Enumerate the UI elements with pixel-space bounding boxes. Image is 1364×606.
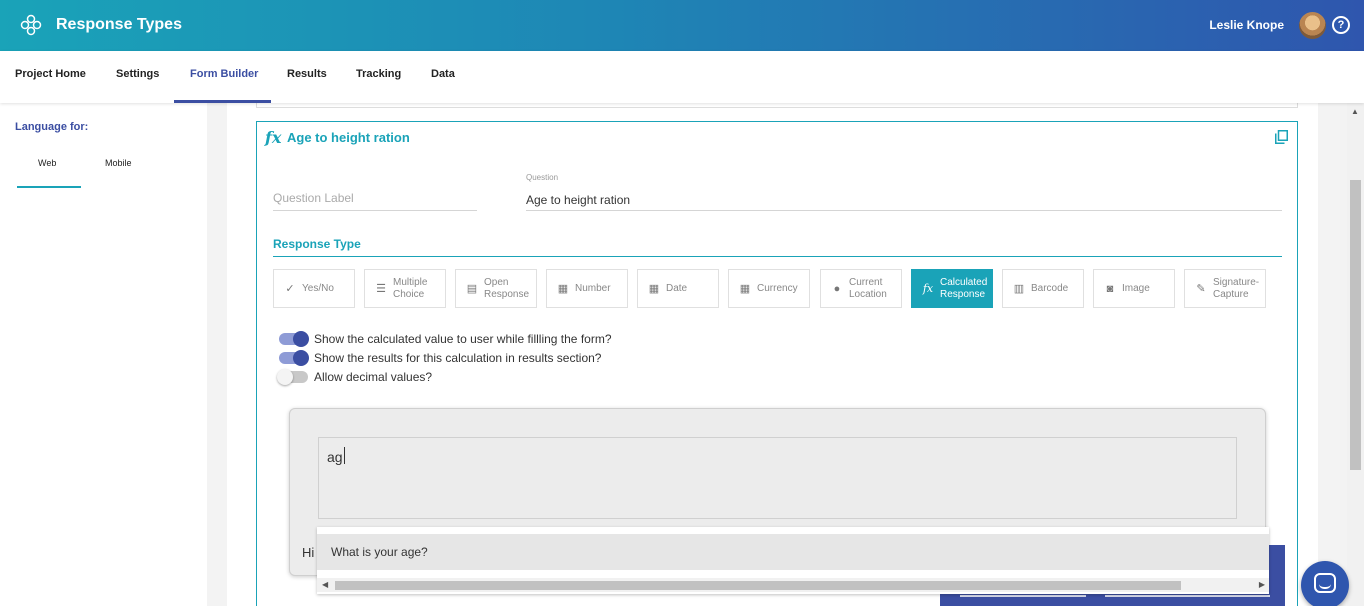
nav-settings[interactable]: Settings <box>116 68 159 80</box>
suggestion-text: What is your age? <box>331 545 428 559</box>
toggle-show-results[interactable] <box>279 350 309 366</box>
response-type-number[interactable]: ▦ Number <box>546 269 628 308</box>
calculator-icon: ▦ <box>739 283 751 295</box>
toggle-label: Show the results for this calculation in… <box>314 351 602 365</box>
active-nav-indicator <box>174 100 271 103</box>
response-type-label: Multiple Choice <box>393 276 428 300</box>
response-type-label: Open Response <box>484 276 530 300</box>
formula-input[interactable] <box>318 437 1237 519</box>
chat-bubble-icon <box>1314 573 1336 593</box>
response-type-label: Image <box>1122 282 1150 294</box>
response-type-yes-no[interactable]: ✓ Yes/No <box>273 269 355 308</box>
response-type-barcode[interactable]: ▥ Barcode <box>1002 269 1084 308</box>
response-type-open-response[interactable]: ▤ Open Response <box>455 269 537 308</box>
formula-value: ag <box>327 449 343 465</box>
response-type-current-location[interactable]: ● Current Location <box>820 269 902 308</box>
nav-results[interactable]: Results <box>287 68 327 80</box>
app-header: Response Types Leslie Knope ? <box>0 0 1364 51</box>
response-type-label: Current Location <box>849 276 887 300</box>
camera-icon: ◙ <box>1106 282 1114 295</box>
scroll-right-icon[interactable]: ▶ <box>1259 580 1265 589</box>
app-title: Response Types <box>56 16 182 33</box>
response-type-divider <box>273 256 1282 257</box>
toggle-label: Show the calculated value to user while … <box>314 332 612 346</box>
text-caret <box>344 447 345 464</box>
question-input[interactable] <box>526 185 1282 211</box>
autocomplete-dropdown: What is your age? ◀ ▶ <box>317 527 1269 594</box>
top-navigation: Project Home Settings Form Builder Resul… <box>0 51 1364 103</box>
action-button-outline[interactable] <box>1105 595 1270 597</box>
response-type-multiple-choice[interactable]: ☰ Multiple Choice <box>364 269 446 308</box>
tab-web[interactable]: Web <box>38 158 56 168</box>
pen-icon: ✎ <box>1196 283 1206 295</box>
question-field-label: Question <box>526 173 559 182</box>
copy-icon[interactable] <box>1275 130 1288 144</box>
fx-icon: fx <box>922 282 934 295</box>
response-type-label: Date <box>666 282 688 294</box>
horizontal-scrollbar[interactable]: ◀ ▶ <box>317 578 1269 592</box>
tab-mobile[interactable]: Mobile <box>105 158 132 168</box>
question-card-title: Age to height ration <box>287 130 410 145</box>
suggestion-item[interactable]: What is your age? <box>317 534 1269 570</box>
toggle-show-calculated-value[interactable] <box>279 331 309 347</box>
response-type-label: Yes/No <box>302 282 334 294</box>
toggle-knob <box>293 350 309 366</box>
response-type-calculated-response[interactable]: fx Calculated Response <box>911 269 993 308</box>
toggle-label: Allow decimal values? <box>314 370 433 384</box>
app-logo-icon[interactable] <box>20 14 42 36</box>
question-value: Age to height ration <box>526 193 631 207</box>
scrollbar-thumb[interactable] <box>1350 180 1361 470</box>
language-sidebar: Language for: Web Mobile <box>0 103 207 606</box>
vertical-scrollbar[interactable]: ▲ <box>1347 103 1364 606</box>
action-button-outline[interactable] <box>960 595 1086 597</box>
nav-project-home[interactable]: Project Home <box>15 68 86 80</box>
user-name[interactable]: Leslie Knope <box>1209 18 1284 32</box>
response-type-label: Signature-Capture <box>1213 276 1260 300</box>
response-type-date[interactable]: ▦ Date <box>637 269 719 308</box>
help-icon[interactable]: ? <box>1332 16 1350 34</box>
response-type-image[interactable]: ◙ Image <box>1093 269 1175 308</box>
response-type-currency[interactable]: ▦ Currency <box>728 269 810 308</box>
response-type-signature-capture[interactable]: ✎ Signature-Capture <box>1184 269 1266 308</box>
avatar[interactable] <box>1299 12 1326 39</box>
location-pin-icon: ● <box>833 282 841 295</box>
scroll-left-icon[interactable]: ◀ <box>322 580 328 589</box>
toggle-knob <box>293 331 309 347</box>
scrollbar-thumb[interactable] <box>335 581 1181 590</box>
response-type-label: Barcode <box>1031 282 1069 294</box>
list-icon: ☰ <box>376 283 386 295</box>
response-type-heading: Response Type <box>273 237 361 251</box>
scroll-up-icon[interactable]: ▲ <box>1351 107 1359 116</box>
fx-icon: fx <box>265 128 282 147</box>
calculator-icon: ▦ <box>557 283 569 295</box>
active-tab-indicator <box>17 186 81 188</box>
response-type-label: Number <box>575 282 611 294</box>
response-type-label: Calculated Response <box>940 276 988 300</box>
toggle-allow-decimal[interactable] <box>277 369 308 385</box>
nav-data[interactable]: Data <box>431 68 455 80</box>
formula-hint-text: Hi <box>302 545 315 560</box>
barcode-icon: ▥ <box>1013 283 1025 295</box>
chat-launcher-button[interactable] <box>1301 561 1349 606</box>
toggle-knob <box>277 369 293 385</box>
calendar-icon: ▦ <box>648 283 660 295</box>
text-box-icon: ▤ <box>466 283 478 295</box>
response-type-label: Currency <box>757 282 798 294</box>
question-label-placeholder: Question Label <box>273 191 354 205</box>
language-label: Language for: <box>15 121 89 133</box>
nav-form-builder[interactable]: Form Builder <box>190 68 258 80</box>
yes-no-icon: ✓ <box>285 283 295 295</box>
nav-tracking[interactable]: Tracking <box>356 68 401 80</box>
